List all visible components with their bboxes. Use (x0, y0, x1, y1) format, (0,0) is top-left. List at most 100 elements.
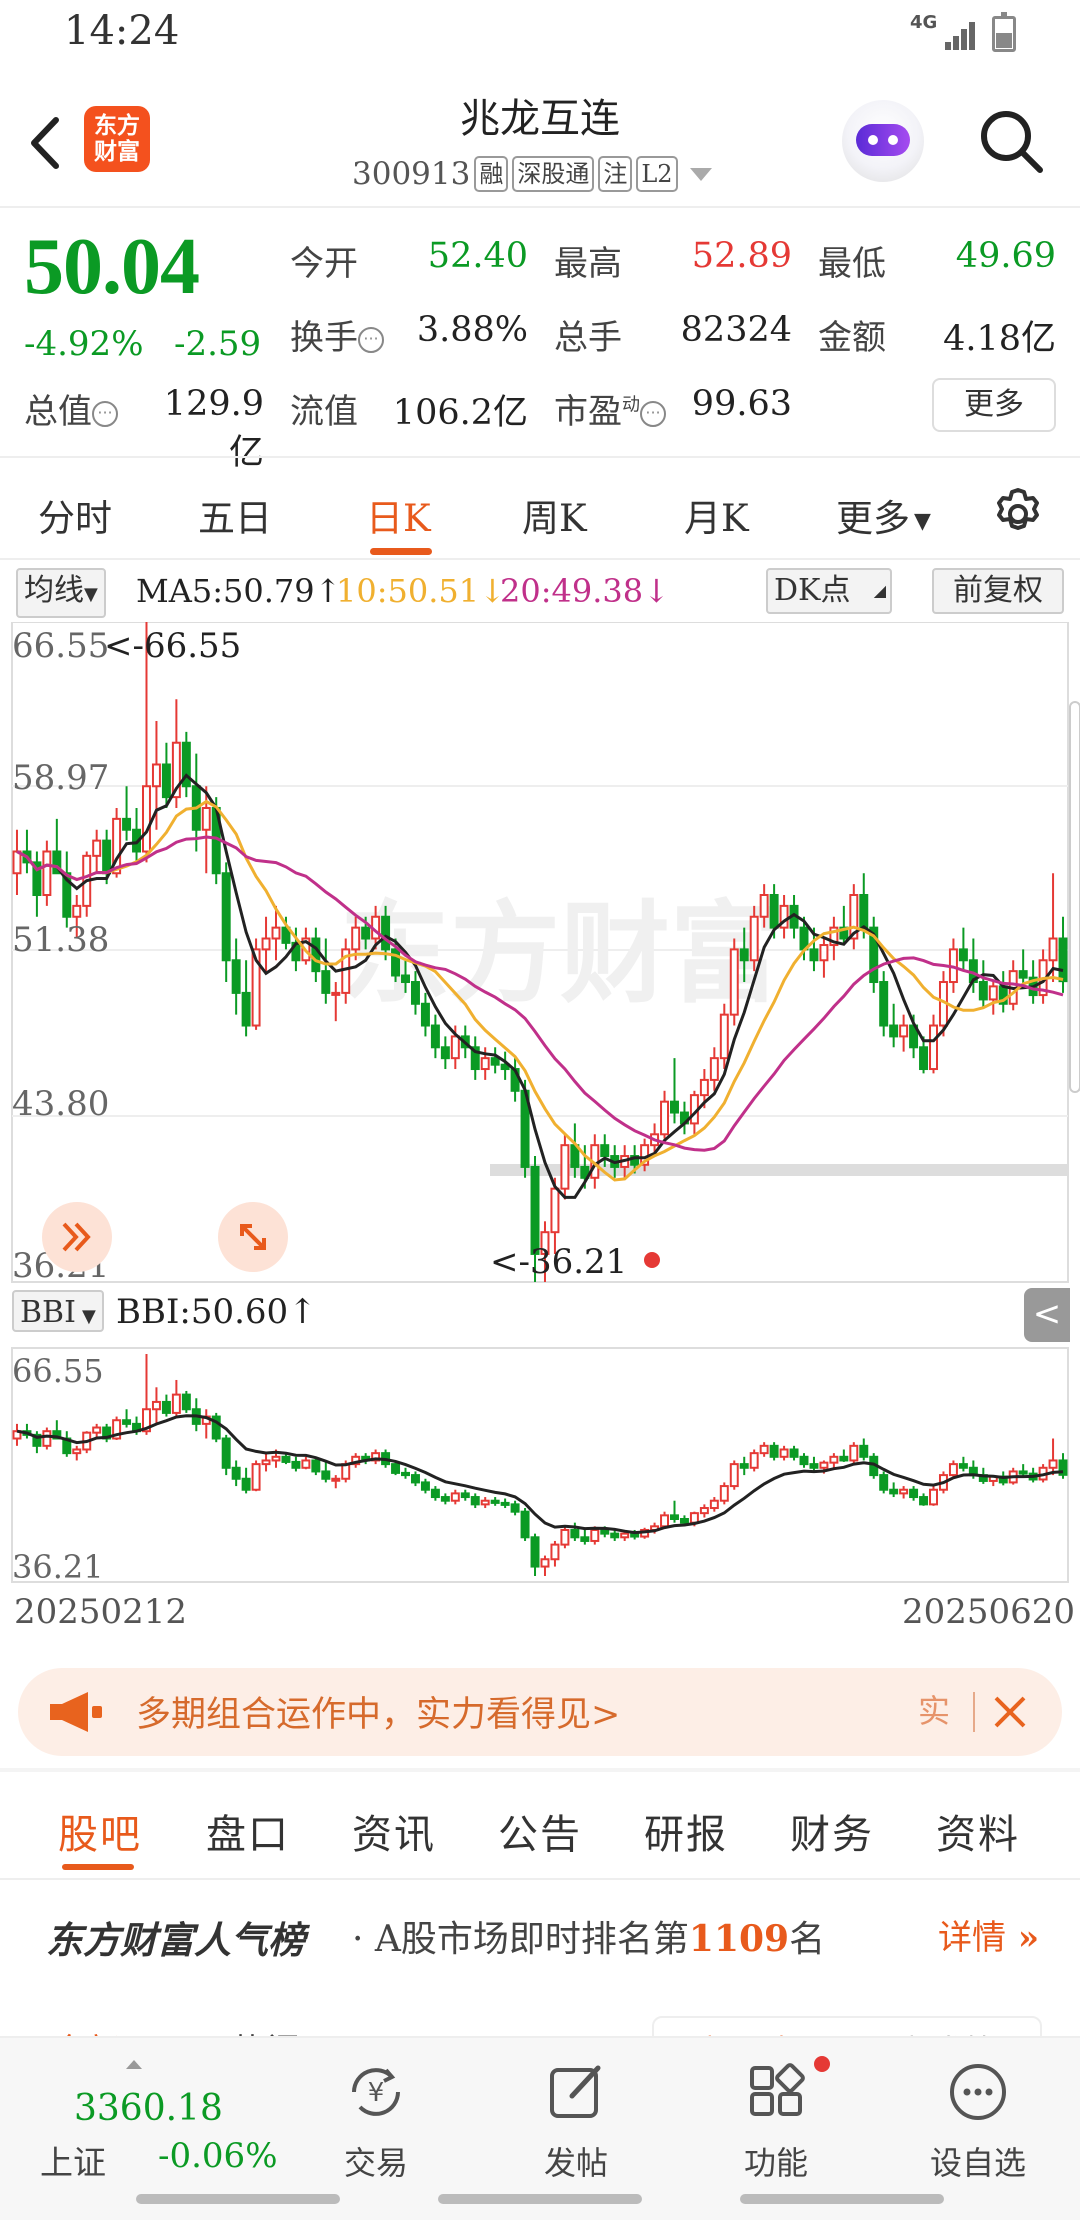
main-candle (889, 1024, 899, 1038)
change-percent: -4.92% (24, 324, 144, 364)
sub-candle (769, 1444, 779, 1458)
sub-candle (809, 1463, 819, 1469)
main-candle (351, 926, 361, 951)
more-button[interactable]: 更多 (932, 378, 1056, 432)
sub-candle (590, 1528, 600, 1542)
sub-indicator-select[interactable]: BBI ▼ (12, 1290, 104, 1332)
promo-banner[interactable]: 多期组合运作中，实力看得见> 实 (18, 1668, 1062, 1756)
search-icon[interactable] (972, 102, 1052, 182)
main-candle (670, 1100, 679, 1114)
sub-candle (909, 1488, 919, 1499)
main-candle (420, 1002, 430, 1027)
sub-candle (291, 1460, 301, 1469)
sub-candle (42, 1430, 52, 1447)
rank-detail-link[interactable]: 详情 » (938, 1910, 1039, 1959)
turnover-value: 3.88% (416, 310, 528, 350)
tab-order-book[interactable]: 盘口 (206, 1802, 290, 1860)
main-candle (719, 1013, 729, 1060)
main-candle (919, 1046, 929, 1071)
expand-arrows-icon[interactable] (42, 1202, 112, 1272)
divider (0, 558, 1080, 560)
tab-monthly-k[interactable]: 月K (684, 488, 749, 542)
sub-candle (580, 1536, 590, 1542)
grid-icon (750, 2063, 805, 2116)
sub-candle (929, 1488, 938, 1506)
ma20-value: 20:49.38↓ (500, 572, 670, 610)
tab-daily-k[interactable]: 日K (366, 488, 431, 542)
main-candle (739, 948, 749, 962)
axis-label-upper: 58.97 (12, 758, 110, 798)
tab-intraday[interactable]: 分时 (38, 488, 112, 542)
close-icon[interactable] (990, 1692, 1030, 1732)
amount-value: 4.18亿 (943, 319, 1056, 359)
sub-candle (72, 1448, 82, 1455)
pe-label[interactable]: 市盈动 ··· (554, 384, 666, 433)
stock-tags[interactable]: 300913 融 深股通 注 L2 (352, 154, 712, 194)
main-candle (321, 970, 331, 994)
main-candle (401, 974, 410, 984)
divider (973, 1692, 975, 1732)
battery-icon (992, 12, 1016, 52)
info-icon: ··· (358, 327, 384, 353)
tab-profile[interactable]: 资料 (936, 1802, 1020, 1860)
index-ticker[interactable]: 3360.18 上证 -0.06% (30, 2050, 290, 2182)
tab-forum[interactable]: 股吧 (58, 1802, 142, 1860)
kline-chart[interactable]: 东方财富 66.55 <-66.55 58.97 51.38 43.80 36.… (0, 621, 1080, 1632)
indicator-select[interactable]: 均线▼ (16, 568, 106, 618)
sub-candle (420, 1481, 430, 1491)
turnover-label[interactable]: 换手 ··· (290, 310, 384, 359)
sub-candle (889, 1488, 899, 1495)
dk-point-select[interactable]: DK点 ◢ (766, 568, 892, 614)
main-candle (879, 981, 889, 1027)
sub-candle (251, 1463, 261, 1491)
axis-label-mid: 51.38 (12, 920, 110, 960)
robot-assistant-icon[interactable] (842, 100, 924, 182)
index-change: -0.06% (158, 2136, 278, 2176)
sub-candle (759, 1444, 769, 1455)
sub-candle (1018, 1470, 1028, 1475)
gear-icon[interactable] (988, 484, 1048, 544)
tab-research[interactable]: 研报 (644, 1802, 728, 1860)
main-candle (600, 1144, 610, 1158)
sub-candle (510, 1503, 520, 1513)
tab-five-day[interactable]: 五日 (198, 488, 272, 542)
sub-candle (789, 1448, 799, 1458)
fullscreen-icon[interactable] (218, 1202, 288, 1272)
sub-candle (301, 1459, 311, 1469)
sub-candle (221, 1437, 231, 1469)
main-candle (899, 1024, 909, 1038)
notification-dot (814, 2056, 830, 2072)
sub-candle (450, 1492, 460, 1502)
sub-candle (490, 1499, 500, 1504)
axis-label-top: 66.55 (12, 626, 110, 666)
tab-finance[interactable]: 财务 (790, 1802, 874, 1860)
yen-cycle-icon: ¥ (352, 2068, 400, 2116)
main-candle (560, 1144, 570, 1190)
main-candle (161, 763, 171, 799)
volume-label: 总手 (554, 318, 622, 358)
more-dots-icon (950, 2064, 1006, 2120)
sub-candle (560, 1528, 570, 1546)
sub-candle (948, 1463, 958, 1477)
popularity-rank[interactable]: 东方财富人气榜 · A股市场即时排名第1109名 详情 » (0, 1880, 1080, 1980)
sub-candle (241, 1477, 251, 1491)
mktcap-label[interactable]: 总值 ··· (24, 384, 118, 433)
tab-more[interactable]: 更多 ▼ (836, 488, 931, 542)
sub-candle (819, 1461, 829, 1469)
change-amount: -2.59 (174, 324, 262, 364)
main-candle (1058, 937, 1068, 983)
network-indicator: 4G (910, 12, 938, 33)
sub-candle (839, 1455, 849, 1462)
tab-weekly-k[interactable]: 周K (522, 488, 587, 542)
sub-candle (709, 1499, 719, 1510)
tab-announcements[interactable]: 公告 (498, 1802, 582, 1860)
tab-news[interactable]: 资讯 (352, 1802, 436, 1860)
sub-candle (689, 1512, 699, 1524)
tag-registered: 注 (598, 156, 633, 192)
adjust-select[interactable]: 前复权 (932, 568, 1064, 614)
sub-axis-bottom: 36.21 (12, 1548, 104, 1586)
collapse-panel-button[interactable]: < (1024, 1288, 1070, 1342)
main-candle (42, 850, 52, 897)
sub-candle (729, 1463, 739, 1488)
sub-candle (341, 1463, 351, 1480)
